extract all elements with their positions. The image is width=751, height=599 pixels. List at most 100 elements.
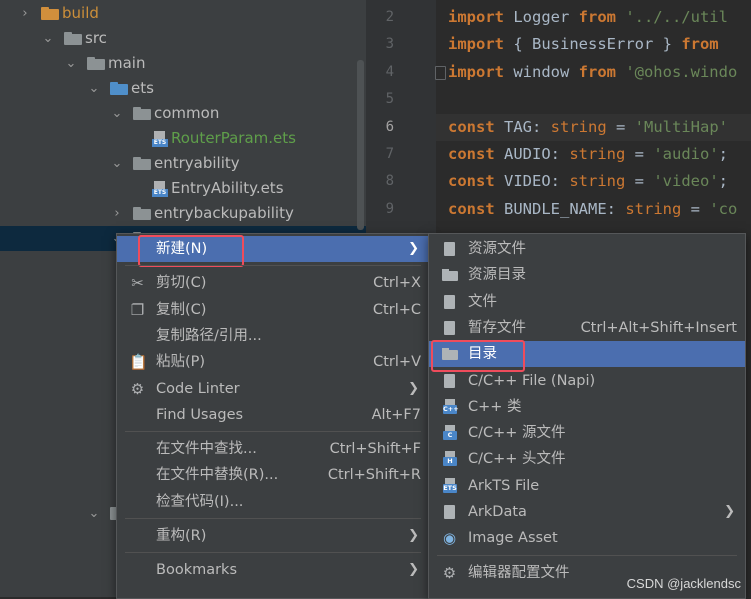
menu-item-label: Code Linter bbox=[156, 380, 240, 397]
code-line[interactable]: const TAG: string = 'MultiHap' bbox=[448, 114, 728, 141]
menu-item[interactable]: Find Usages Alt+F7 bbox=[117, 402, 429, 428]
menu-item[interactable]: ⚙ Code Linter ❯ bbox=[117, 376, 429, 402]
code-token: from bbox=[681, 35, 719, 54]
tree-item-label: ets bbox=[131, 79, 154, 97]
menu-item-label: 粘贴(P) bbox=[156, 354, 206, 371]
editor-config-icon: ⚙ bbox=[442, 563, 457, 582]
cpp-source-icon: C bbox=[441, 425, 458, 441]
tree-item-label: RouterParam.ets bbox=[171, 129, 296, 147]
menu-item-label: C++ 类 bbox=[468, 398, 522, 415]
code-token: VIDEO: bbox=[494, 172, 570, 191]
submenu-arrow-icon: ❯ bbox=[408, 380, 419, 396]
code-token: string bbox=[550, 117, 607, 136]
menu-item-label: 复制(C) bbox=[156, 301, 207, 318]
tree-item[interactable]: ⌄ src bbox=[0, 26, 366, 51]
code-token: TAG: bbox=[494, 117, 551, 136]
menu-item[interactable]: 📋 粘贴(P) Ctrl+V bbox=[117, 349, 429, 375]
code-token: BUNDLE_NAME: bbox=[494, 199, 626, 218]
menu-item-label: C/C++ File (Napi) bbox=[468, 372, 596, 389]
code-line[interactable]: const BUNDLE_NAME: string = 'co bbox=[448, 196, 737, 223]
tree-item[interactable]: › entrybackupability bbox=[0, 201, 366, 226]
line-number: 9 bbox=[385, 200, 394, 217]
menu-item[interactable]: 复制路径/引用... bbox=[117, 323, 429, 349]
code-line[interactable]: const VIDEO: string = 'video'; bbox=[448, 168, 728, 195]
tree-scrollbar[interactable] bbox=[357, 60, 364, 230]
code-line[interactable]: import Logger from '../../util bbox=[448, 4, 728, 31]
code-token: window bbox=[504, 62, 579, 81]
tree-item-label: common bbox=[154, 104, 220, 122]
chevron-down-icon[interactable]: ⌄ bbox=[64, 51, 78, 76]
code-token: const bbox=[448, 199, 495, 218]
code-token: AUDIO: bbox=[494, 145, 570, 163]
code-token: import bbox=[448, 8, 504, 26]
menu-item[interactable]: C++ C++ 类 bbox=[429, 394, 745, 420]
code-line[interactable]: import window from '@ohos.windo bbox=[448, 59, 737, 86]
menu-item[interactable]: 暂存文件 Ctrl+Alt+Shift+Insert bbox=[429, 315, 745, 341]
tree-item[interactable]: ⌄ entryability bbox=[0, 151, 366, 176]
clipboard-icon: 📋 bbox=[129, 353, 148, 372]
menu-item-label: 编辑器配置文件 bbox=[468, 564, 570, 581]
code-token: 'co bbox=[709, 199, 738, 218]
menu-item[interactable]: ✂ 剪切(C) Ctrl+X bbox=[117, 270, 429, 296]
menu-separator bbox=[125, 518, 421, 519]
tree-item-label: build bbox=[62, 4, 99, 22]
chevron-down-icon[interactable]: ⌄ bbox=[87, 76, 101, 101]
code-token: ; bbox=[718, 145, 728, 163]
menu-item[interactable]: 重构(R) ❯ bbox=[117, 523, 429, 549]
tree-item[interactable]: ⌄ main bbox=[0, 51, 366, 76]
menu-item[interactable]: C/C++ File (Napi) bbox=[429, 368, 745, 394]
folder-icon bbox=[133, 207, 151, 220]
menu-item-label: C/C++ 头文件 bbox=[468, 451, 566, 468]
menu-item[interactable]: 在文件中替换(R)... Ctrl+Shift+R bbox=[117, 462, 429, 488]
menu-item[interactable]: 资源目录 bbox=[429, 262, 745, 288]
code-token: const bbox=[448, 172, 495, 191]
menu-item[interactable]: 资源文件 bbox=[429, 236, 745, 262]
menu-item[interactable]: ◉ Image Asset bbox=[429, 525, 745, 551]
chevron-down-icon[interactable]: ⌄ bbox=[87, 501, 101, 526]
line-number: 6 bbox=[385, 118, 394, 135]
code-token: const bbox=[448, 145, 495, 163]
chevron-down-icon[interactable]: ⌄ bbox=[110, 101, 124, 126]
fold-marker-icon[interactable] bbox=[435, 66, 446, 80]
menu-item[interactable]: C C/C++ 源文件 bbox=[429, 420, 745, 446]
code-token: from bbox=[578, 62, 616, 81]
menu-item[interactable]: ETS ArkTS File bbox=[429, 473, 745, 499]
code-token: string bbox=[569, 172, 626, 191]
tree-item[interactable]: ⌄ common bbox=[0, 101, 366, 126]
menu-item[interactable]: ArkData ❯ bbox=[429, 499, 745, 525]
menu-item-label: 资源文件 bbox=[468, 241, 526, 257]
chevron-down-icon[interactable]: ⌄ bbox=[41, 26, 55, 51]
menu-item[interactable]: ❐ 复制(C) Ctrl+C bbox=[117, 297, 429, 323]
menu-item[interactable]: Bookmarks ❯ bbox=[117, 557, 429, 583]
code-token: 'video' bbox=[653, 172, 719, 191]
code-token: string bbox=[625, 199, 682, 218]
copy-icon: ❐ bbox=[130, 300, 145, 319]
menu-item-label: 资源目录 bbox=[468, 267, 526, 284]
highlight-box bbox=[138, 235, 244, 267]
chevron-right-icon[interactable]: › bbox=[18, 1, 32, 26]
code-token: 'audio' bbox=[653, 145, 719, 163]
tree-item[interactable]: ETS RouterParam.ets bbox=[0, 126, 366, 151]
arkts-file-icon: ETS bbox=[441, 477, 458, 494]
resource-directory-icon bbox=[441, 267, 458, 283]
tree-item[interactable]: › build bbox=[0, 1, 366, 26]
tree-item[interactable]: ETS EntryAbility.ets bbox=[0, 176, 366, 201]
code-token: import bbox=[448, 35, 504, 54]
menu-item-label: C/C++ 源文件 bbox=[468, 425, 566, 442]
chevron-down-icon[interactable]: ⌄ bbox=[110, 151, 124, 176]
menu-separator bbox=[125, 552, 421, 554]
menu-item[interactable]: H C/C++ 头文件 bbox=[429, 446, 745, 472]
line-number: 2 bbox=[385, 9, 394, 25]
code-line[interactable]: const AUDIO: string = 'audio'; bbox=[448, 141, 728, 168]
tree-item[interactable]: ⌄ ets bbox=[0, 76, 366, 101]
chevron-right-icon[interactable]: › bbox=[110, 201, 124, 226]
menu-item[interactable]: 文件 bbox=[429, 289, 745, 315]
menu-item-label: 在文件中查找... bbox=[156, 441, 257, 458]
menu-item[interactable]: 在文件中查找... Ctrl+Shift+F bbox=[117, 436, 429, 462]
menu-item-label: ArkData bbox=[468, 504, 527, 520]
code-line[interactable]: import { BusinessError } from bbox=[448, 31, 719, 58]
menu-item[interactable]: 检查代码(I)... bbox=[117, 489, 429, 515]
code-token: '../../util bbox=[615, 8, 728, 26]
code-token: = bbox=[681, 199, 710, 218]
line-number: 8 bbox=[385, 173, 394, 190]
